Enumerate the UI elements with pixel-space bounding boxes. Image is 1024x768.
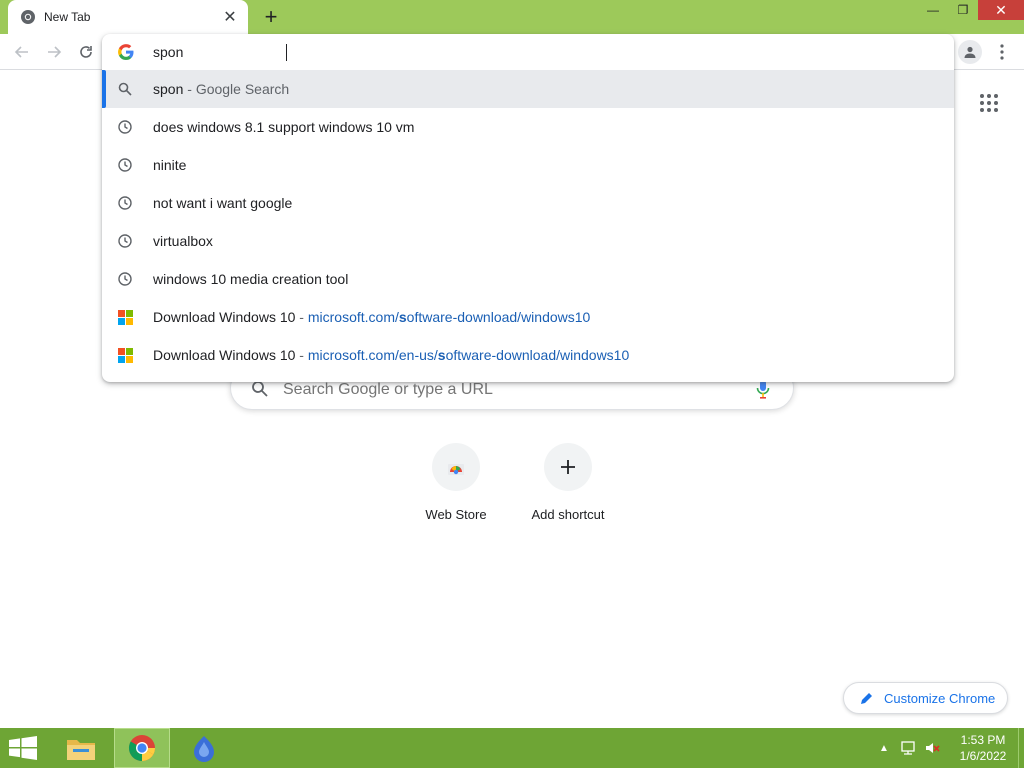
shortcut-add[interactable]: Add shortcut	[512, 443, 624, 533]
chrome-favicon-icon	[20, 9, 36, 25]
suggestion-text: not want i want google	[153, 195, 293, 211]
suggestion-text: virtualbox	[153, 233, 213, 249]
suggestion-title: Download Windows 10	[153, 347, 296, 363]
clock-icon	[117, 157, 133, 173]
chrome-icon	[128, 735, 156, 762]
omnibox-input-row[interactable]	[102, 34, 954, 70]
back-button[interactable]	[10, 40, 34, 64]
suggestion-list: spon - Google Search does windows 8.1 su…	[102, 70, 954, 374]
suggestion-text: does windows 8.1 support windows 10 vm	[153, 119, 415, 135]
more-vert-icon	[1000, 44, 1004, 60]
forward-button[interactable]	[42, 40, 66, 64]
microsoft-logo-icon	[117, 309, 133, 325]
back-arrow-icon	[14, 46, 28, 58]
clock-time: 1:53 PM	[960, 733, 1006, 747]
microphone-icon[interactable]	[755, 379, 771, 399]
shortcut-label: Web Store	[425, 507, 487, 522]
network-icon[interactable]	[900, 740, 916, 756]
taskbar-file-explorer[interactable]	[53, 728, 109, 768]
clock-icon	[117, 233, 133, 249]
clock-icon	[117, 119, 133, 135]
web-store-icon	[448, 464, 464, 475]
tab-title: New Tab	[44, 10, 91, 24]
pencil-icon	[861, 693, 872, 704]
show-desktop-button[interactable]	[1018, 728, 1024, 768]
forward-arrow-icon	[48, 46, 62, 58]
clock-date: 1/6/2022	[959, 749, 1007, 763]
suggestion-separator: -	[183, 81, 196, 97]
google-apps-grid-icon[interactable]	[980, 94, 1000, 114]
close-window-button[interactable]: ✕	[978, 0, 1024, 20]
folder-icon	[67, 740, 95, 760]
tab-new-tab[interactable]: New Tab ✕	[8, 0, 248, 34]
suggestion-text: windows 10 media creation tool	[153, 271, 349, 287]
text-caret	[286, 44, 287, 61]
windows-start-icon[interactable]	[8, 736, 38, 760]
clock-icon	[117, 195, 133, 211]
suggestion-url-item[interactable]: Download Windows 10 - microsoft.com/en-u…	[102, 336, 954, 374]
suggestion-url: microsoft.com/software-download/windows1…	[307, 309, 591, 325]
profile-button[interactable]	[958, 40, 982, 64]
tray-expand-icon[interactable]: ▲	[876, 743, 892, 754]
reload-button[interactable]	[74, 40, 98, 64]
customize-chrome-label: Customize Chrome	[884, 690, 996, 706]
omnibox-input[interactable]	[153, 42, 753, 62]
taskbar-chrome[interactable]	[114, 728, 170, 768]
suggestion-history-item[interactable]: not want i want google	[102, 184, 954, 222]
suggestion-query: spon	[153, 81, 184, 97]
suggestion-separator: -	[295, 347, 308, 363]
google-g-icon	[118, 44, 134, 60]
title-bar: New Tab ✕ + — ❐ ✕	[0, 0, 1024, 34]
person-icon	[964, 46, 976, 58]
search-icon	[117, 81, 133, 97]
new-tab-button[interactable]: +	[258, 4, 284, 30]
suggestion-history-item[interactable]: virtualbox	[102, 222, 954, 260]
ntp-search-input[interactable]	[283, 379, 723, 401]
volume-muted-icon[interactable]	[924, 740, 940, 756]
suggestion-url-item[interactable]: Download Windows 10 - microsoft.com/soft…	[102, 298, 954, 336]
customize-chrome-button[interactable]: Customize Chrome	[843, 682, 1008, 714]
app-icon	[194, 736, 214, 762]
suggestion-history-item[interactable]: windows 10 media creation tool	[102, 260, 954, 298]
restore-button[interactable]: ❐	[948, 0, 978, 20]
shortcut-label: Add shortcut	[531, 507, 605, 522]
microsoft-logo-icon	[117, 347, 133, 363]
window-controls: — ❐ ✕	[918, 0, 1024, 22]
suggestion-separator: -	[295, 309, 308, 325]
omnibox-dropdown: spon - Google Search does windows 8.1 su…	[102, 34, 954, 382]
chrome-menu-button[interactable]	[992, 40, 1012, 64]
suggestion-text: ninite	[153, 157, 187, 173]
suggestion-history-item[interactable]: ninite	[102, 146, 954, 184]
search-icon	[252, 381, 268, 397]
reload-icon	[80, 46, 92, 58]
suggestion-google-search[interactable]: spon - Google Search	[102, 70, 954, 108]
taskbar-app[interactable]	[176, 728, 232, 768]
taskbar-clock[interactable]: 1:53 PM 1/6/2022	[948, 732, 1018, 764]
system-tray: ▲ 1:53 PM 1/6/2022	[876, 728, 1024, 768]
plus-icon	[561, 460, 575, 474]
suggestion-title: Download Windows 10	[153, 309, 296, 325]
suggestion-url: microsoft.com/en-us/software-download/wi…	[307, 347, 630, 363]
minimize-button[interactable]: —	[918, 0, 948, 20]
shortcut-web-store[interactable]: Web Store	[400, 443, 512, 533]
suggestion-suffix: Google Search	[195, 81, 290, 97]
tab-close-icon[interactable]: ✕	[222, 9, 238, 26]
suggestion-history-item[interactable]: does windows 8.1 support windows 10 vm	[102, 108, 954, 146]
clock-icon	[117, 271, 133, 287]
windows-taskbar: ▲ 1:53 PM 1/6/2022	[0, 728, 1024, 768]
